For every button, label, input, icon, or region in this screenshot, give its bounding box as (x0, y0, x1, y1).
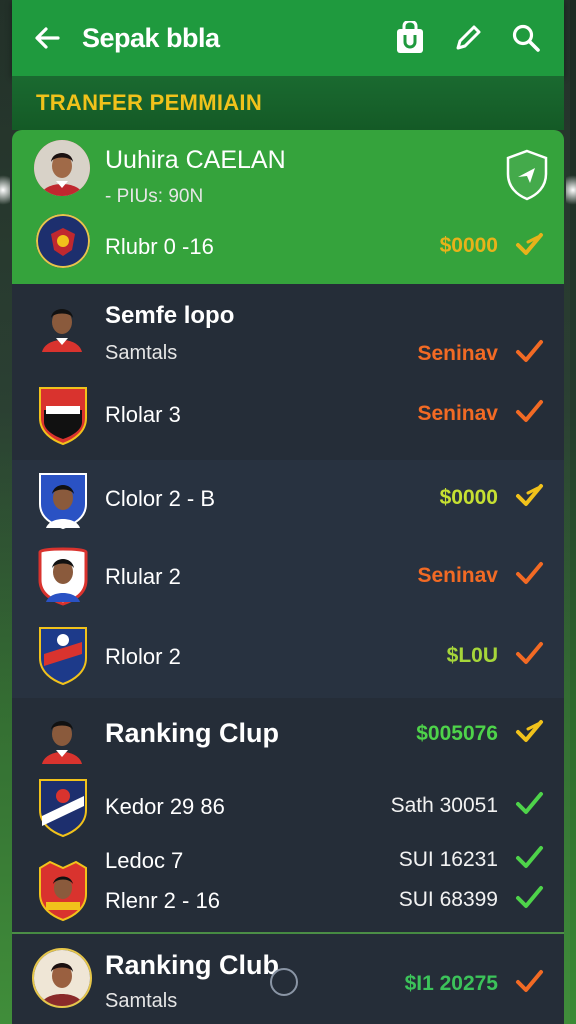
arrow-left-icon (35, 27, 60, 49)
player-name: Semfe lopo (105, 302, 235, 329)
row-value: $L0U (446, 644, 498, 667)
stadium-light (0, 170, 10, 210)
check-icon (516, 340, 543, 362)
player-value: Seninav (417, 342, 498, 365)
check-button[interactable] (514, 842, 544, 872)
edit-button[interactable] (448, 18, 488, 58)
check-button[interactable] (514, 558, 544, 588)
check-icon (516, 792, 543, 814)
club-card[interactable]: Clolor 2 - B $0000 Rlular 2 Seninav Rlol… (12, 460, 564, 698)
featured-player-card[interactable]: Uuhira CAELAN - PIUs: 90N Rlubr 0 -16 $0… (12, 130, 564, 284)
shopping-bag-button[interactable] (390, 18, 430, 58)
check-button[interactable] (514, 336, 544, 366)
player-avatar (34, 708, 90, 764)
player-card[interactable]: Semfe lopo Samtals Seninav Rlolar 3 Seni… (12, 284, 564, 460)
player-name: Uuhira CAELAN (105, 146, 286, 174)
app-title: Sepak bbla (82, 22, 220, 53)
back-button[interactable] (30, 21, 64, 55)
transfer-list: Uuhira CAELAN - PIUs: 90N Rlubr 0 -16 $0… (12, 130, 564, 1024)
row-value: $0000 (439, 486, 498, 509)
club-name: Ranking Clup (105, 718, 279, 748)
player-avatar (32, 948, 92, 1008)
check-button[interactable] (514, 788, 544, 818)
club-crest (36, 624, 90, 686)
row-value: Seninav (417, 564, 498, 587)
club-subtitle: Samtals (105, 990, 178, 1012)
player-avatar (34, 140, 90, 196)
club-crest (36, 214, 90, 268)
row-label: Kedor 29 86 (105, 794, 225, 819)
check-icon (516, 233, 543, 255)
row-value: SUI 16231 (398, 848, 498, 871)
stadium-light (566, 170, 576, 210)
club-value: $005076 (416, 722, 498, 745)
search-button[interactable] (506, 18, 546, 58)
check-button[interactable] (514, 229, 544, 259)
check-button[interactable] (514, 638, 544, 668)
ranking-card[interactable]: Ranking Club Samtals $I1 20275 (12, 934, 564, 1024)
check-icon (516, 970, 543, 992)
row-value: SUI 68399 (398, 888, 498, 911)
shield-navigation-icon (506, 149, 548, 201)
row-value: Sath 30051 (390, 794, 498, 817)
check-icon (516, 720, 543, 742)
club-crest (36, 546, 90, 606)
check-button[interactable] (514, 882, 544, 912)
row-label: Rlolor 2 (105, 644, 181, 669)
check-icon (516, 484, 543, 506)
player-subtitle: Samtals (105, 342, 178, 364)
player-subtitle: - PIUs: 90N (105, 186, 204, 207)
check-icon (516, 642, 543, 664)
shopping-bag-icon (397, 21, 423, 53)
check-button[interactable] (514, 966, 544, 996)
section-title: TRANFER PEMMIAIN (36, 90, 263, 115)
ranking-card[interactable]: Ranking Clup $005076 Kedor 29 86 Sath 30… (12, 698, 564, 932)
pencil-icon (456, 25, 481, 50)
check-button[interactable] (514, 716, 544, 746)
club-crest (36, 384, 90, 446)
club-name: Ranking Club (105, 950, 279, 980)
featured-row-label: Rlubr 0 -16 (105, 234, 214, 259)
check-icon (516, 562, 543, 584)
radio-button[interactable] (270, 968, 298, 996)
check-icon (516, 846, 543, 868)
check-button[interactable] (514, 480, 544, 510)
club-crest (36, 776, 90, 838)
app-bar: Sepak bbla (12, 0, 564, 76)
player-avatar (34, 296, 90, 352)
row-value: Seninav (417, 402, 498, 425)
check-icon (516, 886, 543, 908)
row-label: Ledoc 7 (105, 848, 184, 873)
row-label: Rlenr 2 - 16 (105, 888, 220, 913)
row-label: Rlolar 3 (105, 402, 181, 427)
row-label: Clolor 2 - B (105, 486, 216, 511)
featured-row-value: $0000 (439, 234, 498, 257)
search-icon (512, 24, 540, 52)
row-label: Rlular 2 (105, 564, 181, 589)
section-header: TRANFER PEMMIAIN (12, 76, 564, 130)
club-crest (36, 470, 90, 530)
shield-nav-button[interactable] (504, 148, 550, 202)
club-crest (36, 860, 90, 922)
check-button[interactable] (514, 396, 544, 426)
check-icon (516, 400, 543, 422)
club-value: $I1 20275 (404, 972, 498, 995)
